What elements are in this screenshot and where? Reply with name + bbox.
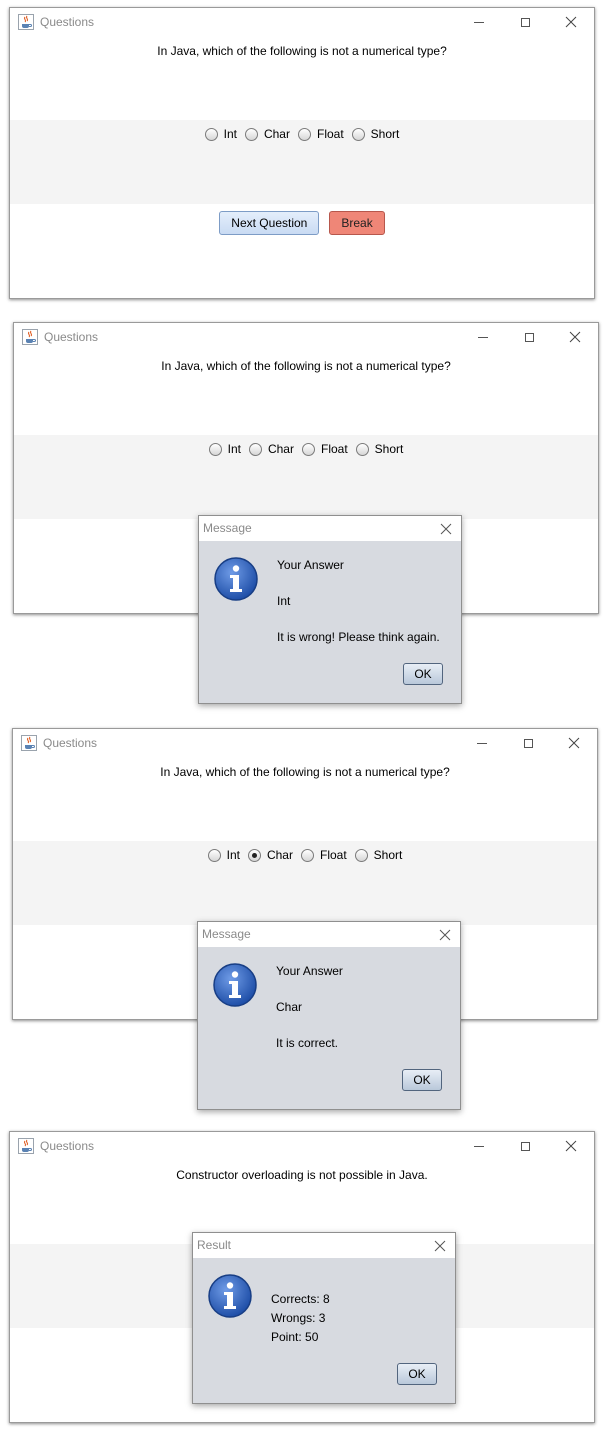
option-float[interactable]: Float	[301, 442, 348, 456]
radio-float[interactable]	[301, 442, 315, 456]
message-line-1: Your Answer	[277, 558, 344, 572]
close-icon[interactable]	[548, 8, 594, 36]
question-text: In Java, which of the following is not a…	[160, 765, 450, 779]
radio-char[interactable]	[244, 127, 258, 141]
option-int[interactable]: Int	[207, 848, 240, 862]
maximize-icon[interactable]	[502, 1132, 548, 1160]
questions-window-1: Questions In Java, which of the followin…	[9, 7, 595, 299]
option-int[interactable]: Int	[204, 127, 237, 141]
question-text: In Java, which of the following is not a…	[161, 359, 451, 373]
radio-int[interactable]	[208, 442, 222, 456]
java-cup-icon	[22, 329, 38, 345]
answer-options: Int Char Float Short	[14, 442, 598, 456]
corrects-line: Corrects: 8	[271, 1292, 330, 1306]
option-char[interactable]: Char	[244, 127, 290, 141]
radio-short[interactable]	[354, 848, 368, 862]
close-icon[interactable]	[551, 729, 597, 757]
button-row: Next Question Break	[10, 211, 594, 235]
option-short[interactable]: Short	[355, 442, 403, 456]
message-line-1: Your Answer	[276, 964, 343, 978]
title-bar[interactable]: Questions	[13, 729, 597, 757]
window-title: Questions	[40, 15, 95, 29]
answer-options: Int Char Float Short	[10, 127, 594, 141]
options-panel: Int Char Float Short	[13, 841, 597, 925]
message-dialog: Message Your Answer Int It is wrong! Ple…	[198, 515, 462, 704]
radio-char[interactable]	[248, 442, 262, 456]
dialog-title-bar[interactable]: Message	[199, 516, 461, 541]
message-line-2: Int	[277, 594, 291, 608]
dialog-title-bar[interactable]: Message	[198, 922, 460, 947]
option-float[interactable]: Float	[300, 848, 347, 862]
options-panel: Int Char Float Short	[10, 120, 594, 204]
message-line-2: Char	[276, 1000, 303, 1014]
ok-button[interactable]: OK	[397, 1363, 437, 1385]
option-float[interactable]: Float	[297, 127, 344, 141]
message-line-3: It is correct.	[276, 1036, 339, 1050]
option-int[interactable]: Int	[208, 442, 241, 456]
option-short[interactable]: Short	[354, 848, 402, 862]
option-char[interactable]: Char	[248, 442, 294, 456]
point-line: Point: 50	[271, 1330, 319, 1344]
result-dialog: Result Corrects: 8 Wrongs: 3 Point: 50 O…	[192, 1232, 456, 1404]
maximize-icon[interactable]	[502, 8, 548, 36]
radio-float[interactable]	[297, 127, 311, 141]
info-icon	[213, 963, 257, 1007]
option-char[interactable]: Char	[247, 848, 293, 862]
title-bar[interactable]: Questions	[10, 1132, 594, 1160]
minimize-icon[interactable]	[460, 323, 506, 351]
question-text: In Java, which of the following is not a…	[157, 44, 447, 58]
minimize-icon[interactable]	[459, 729, 505, 757]
dialog-title: Message	[203, 521, 252, 535]
java-cup-icon	[21, 735, 37, 751]
ok-button[interactable]: OK	[402, 1069, 442, 1091]
radio-int[interactable]	[207, 848, 221, 862]
option-short[interactable]: Short	[351, 127, 399, 141]
radio-short[interactable]	[355, 442, 369, 456]
close-icon[interactable]	[435, 518, 457, 540]
dialog-title: Message	[202, 927, 251, 941]
wrongs-line: Wrongs: 3	[271, 1311, 326, 1325]
java-cup-icon	[18, 14, 34, 30]
radio-char[interactable]	[247, 848, 261, 862]
message-dialog: Message Your Answer Char It is correct. …	[197, 921, 461, 1110]
maximize-icon[interactable]	[506, 323, 552, 351]
close-icon[interactable]	[429, 1235, 451, 1257]
next-question-button[interactable]: Next Question	[219, 211, 320, 235]
radio-float[interactable]	[300, 848, 314, 862]
close-icon[interactable]	[548, 1132, 594, 1160]
ok-button[interactable]: OK	[403, 663, 443, 685]
title-bar[interactable]: Questions	[10, 8, 594, 36]
radio-short[interactable]	[351, 127, 365, 141]
info-icon	[214, 557, 258, 601]
dialog-title: Result	[197, 1238, 232, 1252]
minimize-icon[interactable]	[456, 1132, 502, 1160]
answer-options: Int Char Float Short	[13, 848, 597, 862]
message-line-3: It is wrong! Please think again.	[277, 630, 440, 644]
break-button[interactable]: Break	[329, 211, 385, 235]
window-title: Questions	[43, 736, 98, 750]
close-icon[interactable]	[434, 924, 456, 946]
minimize-icon[interactable]	[456, 8, 502, 36]
dialog-title-bar[interactable]: Result	[193, 1233, 455, 1258]
info-icon	[208, 1274, 252, 1318]
question-text: Constructor overloading is not possible …	[176, 1168, 428, 1182]
close-icon[interactable]	[552, 323, 598, 351]
radio-int[interactable]	[204, 127, 218, 141]
window-title: Questions	[44, 330, 99, 344]
maximize-icon[interactable]	[505, 729, 551, 757]
java-cup-icon	[18, 1138, 34, 1154]
options-panel: Int Char Float Short	[14, 435, 598, 519]
title-bar[interactable]: Questions	[14, 323, 598, 351]
window-title: Questions	[40, 1139, 95, 1153]
